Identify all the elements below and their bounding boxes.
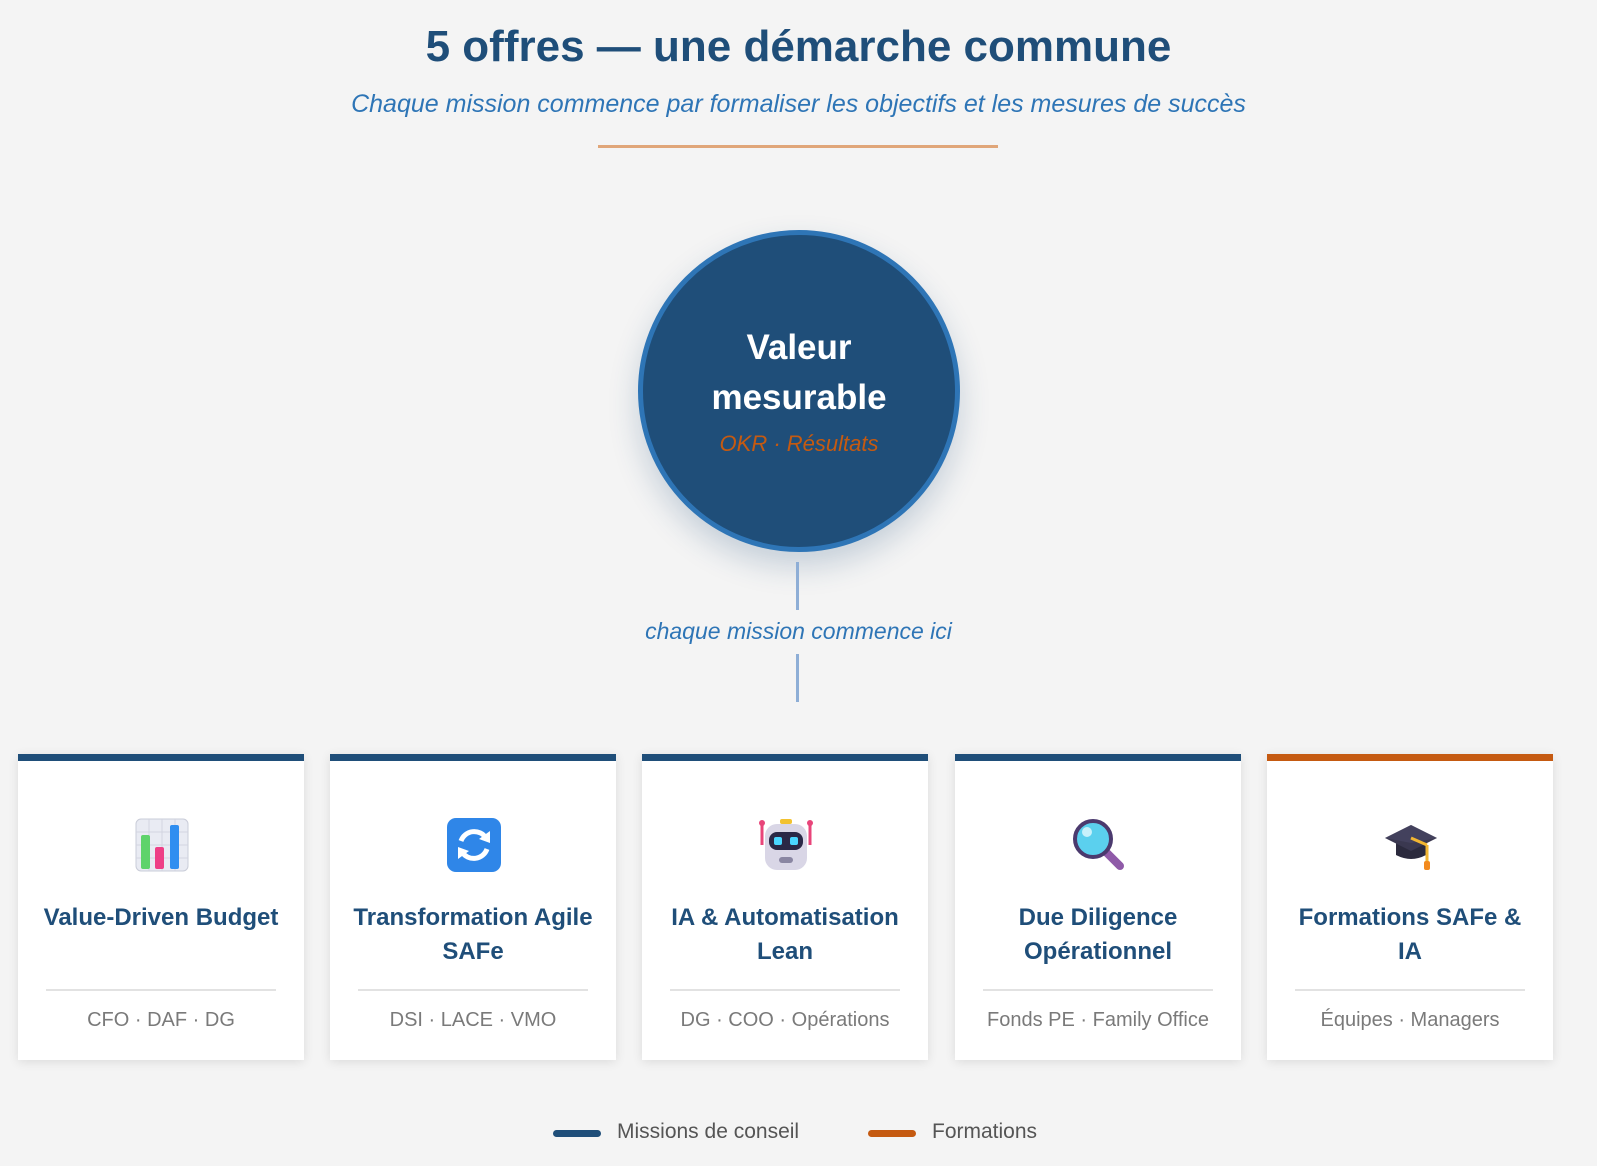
offer-audience: DG · COO · Opérations: [680, 1009, 890, 1031]
offer-title: Value-Driven Budget: [43, 904, 279, 931]
robot-icon: [758, 817, 814, 873]
legend-swatch-consulting: [553, 1130, 601, 1137]
legend: Missions de conseil Formations: [0, 1112, 1597, 1152]
legend-label-training: Formations: [932, 1120, 1038, 1143]
bar-chart-icon: [134, 817, 190, 873]
legend-label-consulting: Missions de conseil: [617, 1120, 800, 1143]
offer-card-transformation-agile-safe[interactable]: Transformation Agile SAFe DSI · LACE · V…: [330, 754, 616, 1060]
card-divider: [983, 989, 1213, 991]
graduation-cap-icon: [1383, 817, 1439, 873]
card-divider: [1295, 989, 1525, 991]
offer-card-formations-safe-ia[interactable]: Formations SAFe & IA Équipes · Managers: [1267, 754, 1553, 1060]
page-title: 5 offres — une démarche commune: [425, 22, 1172, 71]
offer-cards: Value-Driven Budget CFO · DAF · DG Trans…: [18, 754, 1579, 1060]
page-subtitle: Chaque mission commence par formaliser l…: [351, 90, 1246, 118]
offer-card-ia-automatisation-lean[interactable]: IA & Automatisation Lean DG · COO · Opér…: [642, 754, 928, 1060]
offer-title: Due Diligence Opérationnel: [1018, 904, 1178, 965]
card-divider: [358, 989, 588, 991]
card-divider: [670, 989, 900, 991]
connector-line-upper: [796, 562, 799, 610]
offer-title: Transformation Agile SAFe: [353, 904, 593, 965]
hub-subtitle: OKR · Résultats: [719, 431, 879, 456]
legend-swatch-training: [868, 1130, 916, 1137]
offer-audience: DSI · LACE · VMO: [389, 1009, 557, 1031]
offer-card-due-diligence-operationnel[interactable]: Due Diligence Opérationnel Fonds PE · Fa…: [955, 754, 1241, 1060]
hub-title: Valeur mesurable: [711, 328, 887, 417]
offer-audience: CFO · DAF · DG: [87, 1009, 235, 1031]
offer-audience: Équipes · Managers: [1320, 1009, 1500, 1031]
refresh-arrows-icon: [446, 817, 502, 873]
offer-card-value-driven-budget[interactable]: Value-Driven Budget CFO · DAF · DG: [18, 754, 304, 1060]
title-divider: [598, 145, 998, 148]
magnifying-glass-icon: [1071, 817, 1127, 873]
card-divider: [46, 989, 276, 991]
offer-audience: Fonds PE · Family Office: [987, 1009, 1209, 1031]
offer-title: IA & Automatisation Lean: [671, 904, 899, 965]
connector-label: chaque mission commence ici: [645, 618, 952, 644]
connector-line-lower: [796, 654, 799, 702]
offer-title: Formations SAFe & IA: [1298, 904, 1522, 965]
central-value-circle: Valeur mesurable OKR · Résultats: [638, 230, 960, 552]
